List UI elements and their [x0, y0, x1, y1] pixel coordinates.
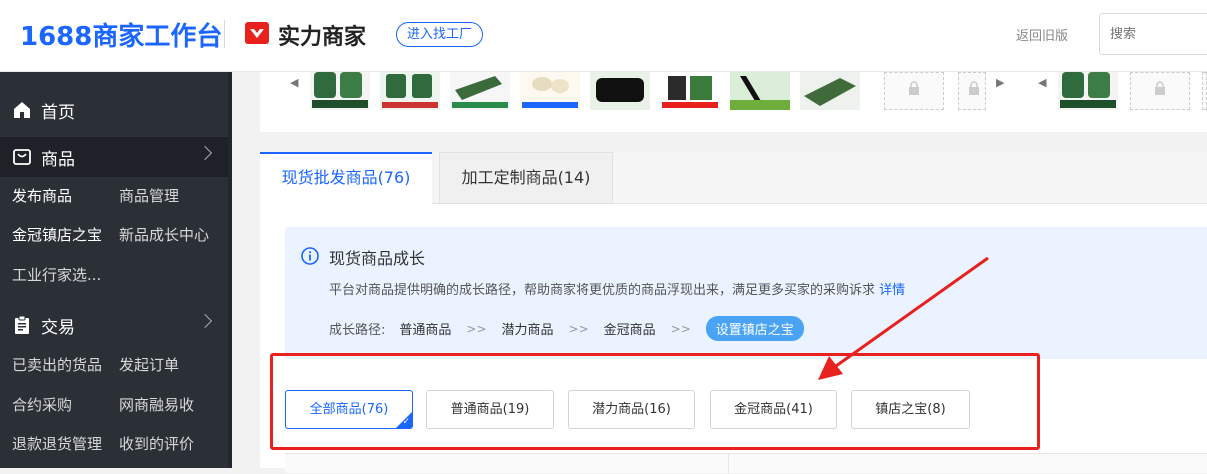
lock-icon	[909, 81, 919, 95]
product-tabs: 现货批发商品(76) 加工定制商品(14)	[260, 152, 1207, 204]
sidebar-item-trade[interactable]: 交易	[0, 305, 228, 345]
product-thumbnail[interactable]	[1058, 72, 1118, 110]
tab-spot-wholesale[interactable]: 现货批发商品(76)	[260, 152, 432, 204]
sidebar-sub-reviews[interactable]: 收到的评价	[119, 433, 194, 454]
detail-link[interactable]: 详情	[879, 283, 905, 298]
double-chevron-icon: >>	[568, 321, 589, 336]
chevron-right-icon	[197, 145, 213, 161]
sidebar-item-label: 首页	[41, 102, 75, 123]
sidebar-scrollbar[interactable]	[228, 72, 232, 468]
divider	[224, 20, 225, 48]
lock-icon	[969, 81, 979, 95]
sidebar-sub-create-order[interactable]: 发起订单	[119, 354, 179, 375]
product-thumbnail[interactable]	[800, 72, 860, 110]
growth-path-label: 成长路径:	[329, 323, 386, 338]
sidebar-sub-manage[interactable]: 商品管理	[119, 185, 179, 206]
home-icon	[14, 102, 30, 118]
product-table-header	[285, 453, 1207, 474]
product-thumbnail[interactable]	[520, 72, 580, 110]
sidebar-sub-sold[interactable]: 已卖出的货品	[12, 354, 102, 375]
column-divider	[728, 454, 729, 474]
locked-slot[interactable]	[1130, 72, 1190, 110]
growth-description: 平台对商品提供明确的成长路径，帮助商家将更优质的商品浮现出来，满足更多买家的采购…	[329, 279, 905, 298]
old-version-link[interactable]: 返回旧版	[1016, 25, 1068, 44]
gallery-prev-icon[interactable]: ◀	[1038, 76, 1046, 89]
info-icon	[301, 247, 319, 265]
sidebar-item-label: 商品	[41, 149, 75, 170]
sidebar-sub-publish[interactable]: 发布商品	[12, 185, 72, 206]
sidebar-sub-industry[interactable]: 工业行家选...	[12, 264, 101, 285]
lock-icon	[1155, 81, 1165, 95]
top-header: 1688商家工作台 实力商家 进入找工厂 返回旧版	[0, 0, 1207, 72]
sidebar-item-home[interactable]: 首页	[0, 90, 228, 130]
locked-slot[interactable]	[958, 72, 986, 110]
locked-slot[interactable]	[884, 72, 944, 110]
sidebar-sub-contract[interactable]: 合约采购	[12, 394, 72, 415]
product-thumbnail[interactable]	[660, 72, 720, 110]
path-step: 潜力商品	[501, 323, 554, 338]
set-treasure-button[interactable]: 设置镇店之宝	[705, 316, 804, 341]
path-step: 普通商品	[399, 323, 452, 338]
gallery-next-icon[interactable]: ▶	[996, 76, 1004, 89]
product-thumbnail[interactable]	[590, 72, 650, 110]
clipboard-icon	[15, 315, 29, 334]
tab-custom-processing[interactable]: 加工定制商品(14)	[439, 152, 613, 204]
sidebar-sub-finance[interactable]: 网商融易收	[119, 394, 194, 415]
product-thumbnail[interactable]	[730, 72, 790, 110]
sidebar-item-label: 交易	[41, 317, 75, 338]
shield-icon	[245, 22, 269, 44]
growth-path: 成长路径: 普通商品 >> 潜力商品 >> 金冠商品 >> 设置镇店之宝	[329, 316, 804, 341]
sidebar-item-product[interactable]: 商品	[0, 137, 228, 177]
sidebar-sub-new-growth[interactable]: 新品成长中心	[119, 224, 209, 245]
double-chevron-icon: >>	[466, 321, 487, 336]
growth-info-panel: 现货商品成长 平台对商品提供明确的成长路径，帮助商家将更优质的商品浮现出来，满足…	[285, 227, 1207, 359]
growth-description-text: 平台对商品提供明确的成长路径，帮助商家将更优质的商品浮现出来，满足更多买家的采购…	[329, 283, 876, 298]
growth-title: 现货商品成长	[329, 249, 426, 268]
product-thumbnail[interactable]	[310, 72, 370, 110]
sidebar-sub-golden[interactable]: 金冠镇店之宝	[12, 224, 102, 245]
product-gallery: ◀ ▶ ◀	[260, 72, 1207, 132]
path-step: 金冠商品	[603, 323, 656, 338]
brand-title: 实力商家	[278, 25, 367, 50]
double-chevron-icon: >>	[670, 321, 691, 336]
logo[interactable]: 1688商家工作台	[20, 16, 222, 53]
red-highlight-box	[270, 353, 1040, 450]
sidebar-sub-refund[interactable]: 退款退货管理	[12, 433, 102, 454]
chevron-right-icon	[197, 313, 213, 329]
locked-slot[interactable]	[1202, 72, 1207, 110]
gallery-prev-icon[interactable]: ◀	[290, 76, 298, 89]
bag-icon	[13, 149, 31, 165]
search-input[interactable]	[1099, 13, 1207, 55]
sidebar: 首页 商品 发布商品 商品管理 金冠镇店之宝 新品成长中心 工业行家选... 交…	[0, 72, 232, 468]
product-thumbnail[interactable]	[450, 72, 510, 110]
enter-factory-button[interactable]: 进入找工厂	[396, 22, 484, 47]
section-gap	[260, 132, 1207, 152]
product-thumbnail[interactable]	[380, 72, 440, 110]
